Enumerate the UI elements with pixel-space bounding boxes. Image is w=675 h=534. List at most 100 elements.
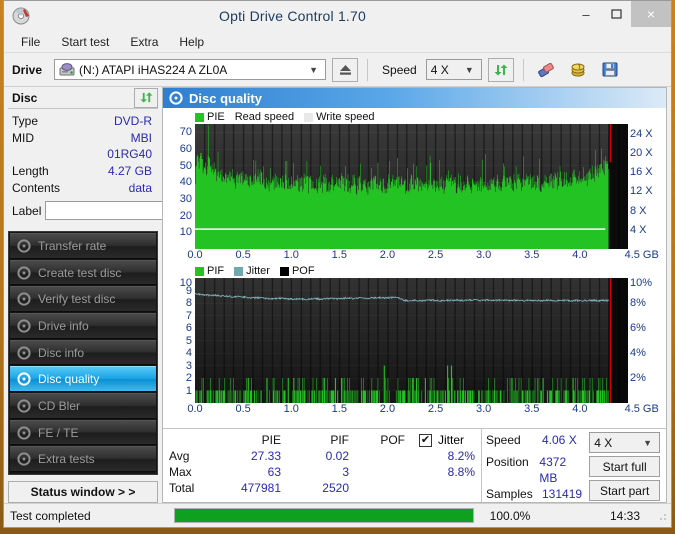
- stats-avg-pof: [355, 448, 411, 464]
- stats-table: PIE PIF POF ✔ Jitter Avg 27.33 0.02 8.2%…: [163, 429, 481, 502]
- pifX-tick: 4.5 GB: [624, 403, 659, 415]
- pif-chart-block: PIF Jitter POF 10 9 8 7 6 5 4 3 2 1 10% …: [165, 264, 664, 418]
- sidebar-item-disc-quality[interactable]: Disc quality: [10, 366, 156, 393]
- sidebar-item-transfer-rate[interactable]: Transfer rate: [10, 233, 156, 259]
- pieYR-tick: 24 X: [630, 127, 653, 140]
- pifYL-tick: 5: [185, 334, 192, 347]
- chevron-down-icon: ▼: [643, 437, 652, 448]
- main-body: Disc Type DVD-R MID MBI 01RG40 Length 4.…: [4, 87, 671, 503]
- pieX-tick: 0.0: [187, 249, 203, 261]
- menu-item-start-test[interactable]: Start test: [52, 33, 118, 51]
- menu-item-help[interactable]: Help: [170, 33, 213, 51]
- pieYR-tick: 4 X: [630, 223, 647, 236]
- stats-avg-pif: 0.02: [325, 449, 349, 463]
- pieX-tick: 4.0: [572, 249, 588, 261]
- legend-swatch-pif: [195, 266, 204, 276]
- test-controls: 4 X ▼ Start full Start part: [585, 429, 666, 502]
- panel-title: Disc quality: [189, 90, 262, 106]
- bitsetting-button[interactable]: [565, 58, 591, 82]
- drive-icon: [59, 62, 75, 77]
- drive-select[interactable]: (N:) ATAPI iHAS224 A ZL0A ▼: [54, 59, 327, 80]
- pieYL-tick: 70: [179, 126, 192, 139]
- stats-header-pie: PIE: [261, 433, 281, 447]
- window-controls: – ×: [571, 1, 671, 27]
- save-button[interactable]: [597, 58, 623, 82]
- refresh-button[interactable]: [487, 57, 514, 82]
- drive-value: (N:) ATAPI iHAS224 A ZL0A: [79, 62, 228, 77]
- stats-row-label-max: Max: [169, 465, 192, 479]
- jitter-header-group: ✔ Jitter: [411, 432, 481, 448]
- sidebar-label: Create test disc: [38, 265, 122, 280]
- stats-header-pif: PIF: [330, 433, 349, 447]
- disc-info-row-mid: MID MBI 01RG40: [12, 130, 156, 162]
- pie-plot-row: 70 60 50 40 30 20 10 24 X 20 X 16 X 12 X 8 X 4 X: [165, 124, 664, 249]
- disc-contents-value: data: [128, 181, 152, 195]
- position-readout-label: Position: [486, 455, 529, 469]
- disc-refresh-button[interactable]: [134, 87, 158, 108]
- speed-value: 4 X: [430, 62, 449, 77]
- toolbar-separator-2: [522, 58, 524, 81]
- pifX-tick: 0.5: [235, 403, 251, 415]
- status-bar: Test completed 100.0% 14:33: [4, 503, 671, 527]
- pif-y-axis-left: 10 9 8 7 6 5 4 3 2 1: [165, 278, 195, 403]
- legend-label-pof: POF: [291, 265, 315, 277]
- legend-swatch-pie: [195, 112, 204, 122]
- stats-avg-jitter: 8.2%: [447, 449, 475, 463]
- sidebar-item-disc-info[interactable]: Disc info: [10, 339, 156, 366]
- speed-readout-value: 4.06 X: [542, 433, 577, 447]
- samples-readout-value: 131419: [542, 487, 583, 501]
- pifYR-tick: 6%: [630, 322, 646, 334]
- pifYL-tick: 4: [185, 347, 192, 359]
- disc-mid-value: MBI 01RG40: [107, 131, 152, 161]
- pifX-tick: 3.0: [476, 403, 492, 415]
- resize-grip[interactable]: [656, 510, 668, 522]
- disc-type-label: Type: [12, 114, 39, 128]
- disc-quality-icon: [169, 91, 183, 105]
- disc-info-row-contents: Contents data: [12, 180, 156, 196]
- disc-icon: [16, 318, 32, 334]
- sidebar-label: CD Bler: [38, 398, 81, 413]
- sidebar-item-drive-info[interactable]: Drive info: [10, 313, 156, 339]
- menu-bar: File Start test Extra Help: [4, 31, 671, 53]
- start-part-button[interactable]: Start part: [589, 480, 660, 501]
- pifYL-tick: 9: [185, 284, 192, 297]
- jitter-checkbox[interactable]: ✔: [419, 433, 432, 447]
- pifYR-tick: 10%: [630, 277, 653, 289]
- erase-button[interactable]: [533, 58, 559, 82]
- sidebar-item-fe-te[interactable]: FE / TE: [10, 419, 156, 446]
- sidebar-label: Disc info: [38, 345, 85, 360]
- menu-item-file[interactable]: File: [12, 33, 49, 51]
- position-readout-value: 4372 MB: [539, 455, 567, 485]
- disc-panel-header: Disc: [8, 87, 158, 109]
- stats-corner: [169, 432, 219, 448]
- legend-pif: PIF: [195, 265, 224, 277]
- disc-header-label: Disc: [12, 90, 38, 105]
- speed-select[interactable]: 4 X ▼: [425, 59, 482, 80]
- start-full-button[interactable]: Start full: [589, 456, 660, 477]
- maximize-button[interactable]: [601, 1, 631, 27]
- toolbar-separator: [367, 58, 369, 81]
- pifX-tick: 0.0: [187, 403, 203, 415]
- status-window-button[interactable]: Status window > >: [8, 481, 158, 503]
- chevron-down-icon: ▼: [309, 64, 319, 75]
- close-button[interactable]: ×: [631, 1, 671, 27]
- pieYR-tick: 20 X: [630, 146, 653, 159]
- panel-header: Disc quality: [163, 88, 666, 108]
- sidebar-item-extra-tests[interactable]: Extra tests: [10, 446, 156, 473]
- legend-swatch-pof: [279, 266, 289, 276]
- eject-button[interactable]: [332, 57, 359, 82]
- legend-swatch-jitter: [234, 266, 244, 276]
- minimize-button[interactable]: –: [571, 1, 601, 27]
- stats-row-label-avg: Avg: [169, 449, 190, 463]
- pieYL-tick: 40: [179, 176, 192, 189]
- test-speed-select[interactable]: 4 X ▼: [589, 432, 660, 453]
- sidebar-item-verify-test-disc[interactable]: Verify test disc: [10, 286, 156, 313]
- sidebar-item-cd-bler[interactable]: CD Bler: [10, 393, 156, 419]
- sidebar-label: Verify test disc: [38, 292, 116, 307]
- pieX-tick: 3.0: [476, 249, 492, 261]
- sidebar-item-create-test-disc[interactable]: Create test disc: [10, 259, 156, 286]
- disc-label-row: Label: [12, 200, 218, 221]
- pifYR-tick: 8%: [630, 297, 646, 309]
- menu-item-extra[interactable]: Extra: [121, 33, 167, 51]
- title-bar: Opti Drive Control 1.70 – ×: [4, 1, 671, 31]
